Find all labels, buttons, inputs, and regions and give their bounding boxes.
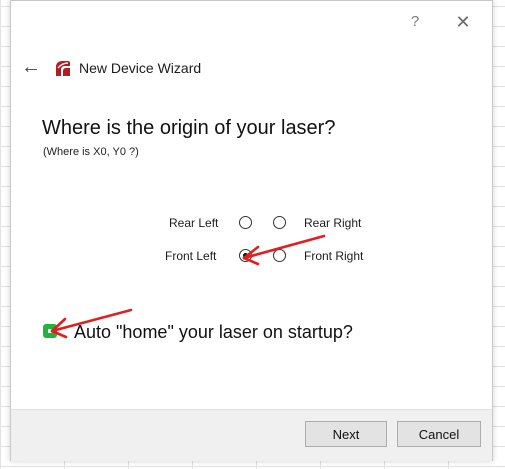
origin-subquestion: (Where is X0, Y0 ?) xyxy=(43,146,139,158)
title-bar: ? ✕ xyxy=(11,1,492,43)
rear-right-radio[interactable] xyxy=(273,216,286,229)
rear-right-label: Rear Right xyxy=(304,216,362,230)
lightburn-logo-icon xyxy=(56,61,70,76)
wizard-title: New Device Wizard xyxy=(79,60,202,76)
origin-question: Where is the origin of your laser? xyxy=(42,117,336,139)
front-right-radio[interactable] xyxy=(273,249,286,262)
cancel-button[interactable]: Cancel xyxy=(397,421,481,447)
rear-left-label: Rear Left xyxy=(169,216,219,230)
close-button[interactable]: ✕ xyxy=(453,12,473,32)
next-button[interactable]: Next xyxy=(305,421,387,447)
new-device-wizard-dialog: ? ✕ ← New Device Wizard Where is the ori… xyxy=(10,0,493,461)
auto-home-label: Auto "home" your laser on startup? xyxy=(74,322,353,342)
rear-left-radio[interactable] xyxy=(239,216,252,229)
front-right-label: Front Right xyxy=(304,249,364,263)
wizard-header: ← New Device Wizard xyxy=(11,51,492,87)
button-bar: Next Cancel xyxy=(11,409,492,461)
auto-home-toggle[interactable] xyxy=(43,324,57,338)
help-button[interactable]: ? xyxy=(407,13,423,31)
front-left-radio[interactable] xyxy=(239,249,252,262)
back-arrow-icon[interactable]: ← xyxy=(21,57,43,77)
front-left-label: Front Left xyxy=(165,249,217,263)
